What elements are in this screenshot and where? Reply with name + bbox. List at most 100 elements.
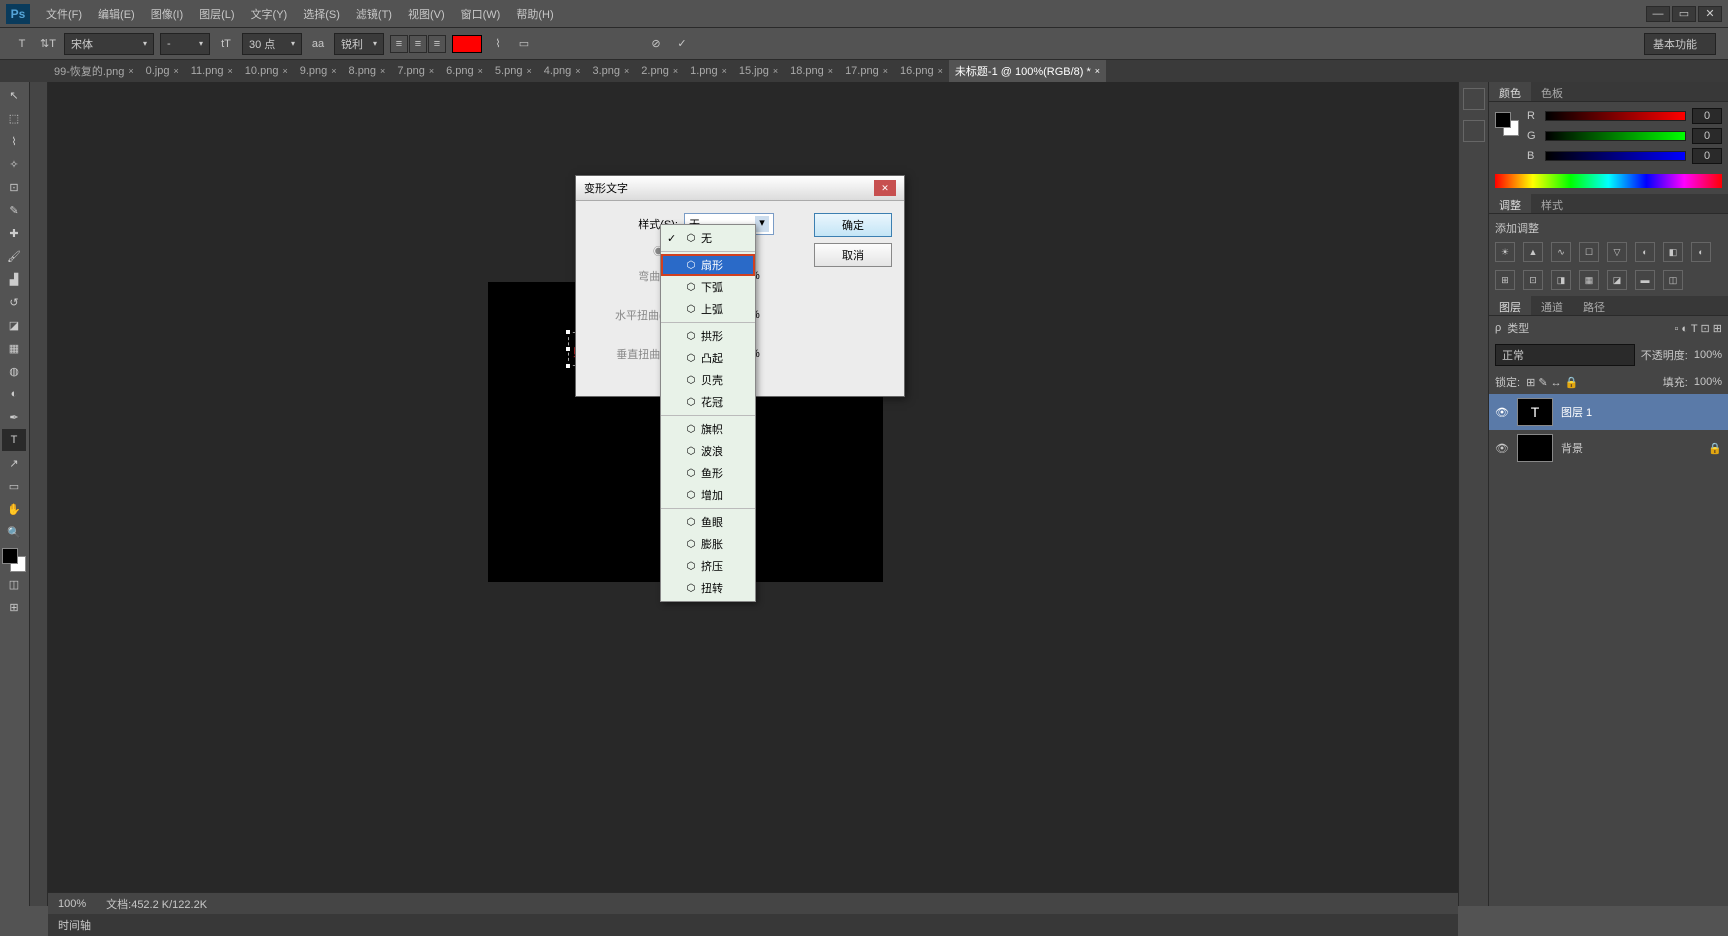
document-tab[interactable]: 0.jpg× [140,62,185,80]
dropdown-item[interactable]: ⬡鱼形 [661,462,755,484]
eyedropper-tool[interactable]: ✎ [2,199,26,221]
brush-tool[interactable]: 🖌 [2,245,26,267]
type-tool[interactable]: T [2,429,26,451]
dropdown-item[interactable]: ⬡膨胀 [661,533,755,555]
menu-item[interactable]: 滤镜(T) [348,2,400,26]
tab-close-icon[interactable]: × [228,66,233,76]
dropdown-item[interactable]: ⬡旗帜 [661,418,755,440]
dropdown-item[interactable]: ⬡波浪 [661,440,755,462]
dropdown-item[interactable]: ⬡凸起 [661,347,755,369]
close-window-button[interactable]: ✕ [1698,6,1722,22]
tab-close-icon[interactable]: × [575,66,580,76]
text-handle[interactable] [565,346,571,352]
align-center-button[interactable]: ≡ [409,35,427,53]
tab-close-icon[interactable]: × [938,66,943,76]
zoom-tool[interactable]: 🔍 [2,521,26,543]
font-size-dropdown[interactable]: 30 点▾ [242,33,302,55]
fg-bg-colors[interactable] [2,548,26,572]
channels-tab[interactable]: 通道 [1531,296,1573,315]
styles-tab[interactable]: 样式 [1531,194,1573,213]
photo-filter-icon[interactable]: ◐ [1691,242,1711,262]
document-tab[interactable]: 17.png× [839,62,894,80]
document-tab[interactable]: 5.png× [489,62,538,80]
vibrance-icon[interactable]: ▽ [1607,242,1627,262]
document-tab[interactable]: 9.png× [294,62,343,80]
blur-tool[interactable]: ◍ [2,360,26,382]
menu-item[interactable]: 图像(I) [143,2,191,26]
quick-mask-icon[interactable]: ◫ [2,573,26,595]
adjustments-tab[interactable]: 调整 [1489,194,1531,213]
layer-thumbnail[interactable]: T [1517,398,1553,426]
ok-button[interactable]: 确定 [814,213,892,237]
tab-close-icon[interactable]: × [331,66,336,76]
path-select-tool[interactable]: ↗ [2,452,26,474]
text-handle[interactable] [565,363,571,369]
r-value[interactable]: 0 [1692,108,1722,124]
tab-close-icon[interactable]: × [282,66,287,76]
tab-close-icon[interactable]: × [173,66,178,76]
blend-mode-dropdown[interactable]: 正常 [1495,344,1635,366]
dropdown-item[interactable]: ⬡拱形 [661,325,755,347]
text-handle[interactable] [565,329,571,335]
document-tab[interactable]: 7.png× [391,62,440,80]
selective-color-icon[interactable]: ◫ [1663,270,1683,290]
tab-close-icon[interactable]: × [624,66,629,76]
tab-close-icon[interactable]: × [828,66,833,76]
document-tab[interactable]: 未标题-1 @ 100%(RGB/8) *× [949,60,1106,82]
g-slider[interactable] [1545,131,1686,141]
dropdown-item[interactable]: ⬡花冠 [661,391,755,413]
workspace-dropdown[interactable]: 基本功能 [1644,33,1716,55]
brightness-icon[interactable]: ☀ [1495,242,1515,262]
align-left-button[interactable]: ≡ [390,35,408,53]
menu-item[interactable]: 选择(S) [295,2,348,26]
dropdown-item[interactable]: ⬡贝壳 [661,369,755,391]
posterize-icon[interactable]: ▦ [1579,270,1599,290]
bw-icon[interactable]: ◧ [1663,242,1683,262]
exposure-icon[interactable]: ☐ [1579,242,1599,262]
b-value[interactable]: 0 [1692,148,1722,164]
dialog-titlebar[interactable]: 变形文字 ✕ [576,176,904,201]
document-tab[interactable]: 10.png× [239,62,294,80]
document-tab[interactable]: 1.png× [684,62,733,80]
color-tab[interactable]: 颜色 [1489,82,1531,101]
document-tab[interactable]: 11.png× [185,62,239,80]
move-tool[interactable]: ↖ [2,84,26,106]
b-slider[interactable] [1545,151,1686,161]
maximize-button[interactable]: ▭ [1672,6,1696,22]
document-tab[interactable]: 16.png× [894,62,949,80]
tab-close-icon[interactable]: × [128,66,133,76]
menu-item[interactable]: 窗口(W) [453,2,509,26]
layer-item[interactable]: 👁T图层 1 [1489,394,1728,430]
gradient-map-icon[interactable]: ▬ [1635,270,1655,290]
dropdown-item[interactable]: ⬡上弧 [661,298,755,320]
tab-close-icon[interactable]: × [478,66,483,76]
zoom-level[interactable]: 100% [58,898,86,910]
curves-icon[interactable]: ∿ [1551,242,1571,262]
stamp-tool[interactable]: ▟ [2,268,26,290]
antialias-dropdown[interactable]: 锐利▾ [334,33,384,55]
visibility-icon[interactable]: 👁 [1495,406,1509,419]
tab-close-icon[interactable]: × [773,66,778,76]
menu-item[interactable]: 编辑(E) [90,2,143,26]
properties-icon[interactable] [1463,120,1485,142]
wand-tool[interactable]: ✧ [2,153,26,175]
tab-close-icon[interactable]: × [380,66,385,76]
document-tab[interactable]: 4.png× [538,62,587,80]
history-icon[interactable] [1463,88,1485,110]
tab-close-icon[interactable]: × [429,66,434,76]
dropdown-item[interactable]: ⬡扇形 [661,254,755,276]
dropdown-item[interactable]: ⬡鱼眼 [661,511,755,533]
crop-tool[interactable]: ⊡ [2,176,26,198]
menu-item[interactable]: 图层(L) [191,2,242,26]
hand-tool[interactable]: ✋ [2,498,26,520]
gradient-tool[interactable]: ▦ [2,337,26,359]
text-orientation-icon[interactable]: ⇅T [38,34,58,54]
char-panel-icon[interactable]: ▭ [514,34,534,54]
shape-tool[interactable]: ▭ [2,475,26,497]
font-family-dropdown[interactable]: 宋体▾ [64,33,154,55]
lasso-tool[interactable]: ⌇ [2,130,26,152]
tab-close-icon[interactable]: × [722,66,727,76]
opacity-value[interactable]: 100% [1694,349,1722,361]
swatches-tab[interactable]: 色板 [1531,82,1573,101]
history-brush-tool[interactable]: ↺ [2,291,26,313]
